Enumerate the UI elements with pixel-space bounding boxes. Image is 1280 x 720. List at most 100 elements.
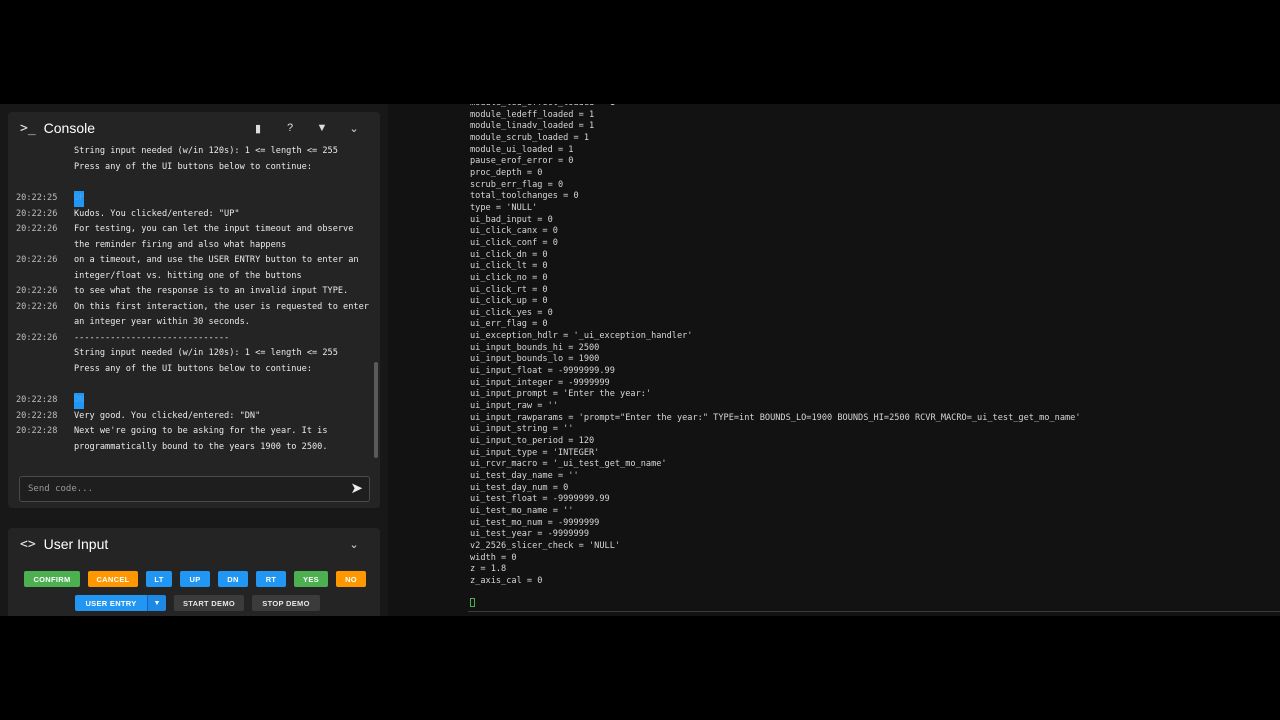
terminal-line: ui_input_bounds_hi = 2500: [470, 342, 600, 353]
terminal-cursor[interactable]: [470, 598, 475, 607]
terminal-line: module_scrub_loaded = 1: [470, 132, 589, 143]
terminal-line: scrub_err_flag = 0: [470, 179, 564, 190]
terminal-line: ui_test_float = -9999999.99: [470, 494, 610, 505]
terminal-line: module_ui_loaded = 1: [470, 144, 574, 155]
terminal-line: ui_test_mo_num = -9999999: [470, 517, 600, 528]
yes-button[interactable]: YES: [294, 571, 328, 587]
log-row: String input needed (w/in 120s): 1 <= le…: [8, 346, 374, 362]
log-row: 20:22:28 Very good. You clicked/entered: …: [8, 409, 374, 425]
confirm-button[interactable]: CONFIRM: [24, 571, 80, 587]
log-message: ------------------------------: [74, 332, 230, 343]
chevron-down-icon[interactable]: ⌄: [338, 528, 370, 560]
terminal-line: ui_test_mo_name = '': [470, 505, 574, 516]
stop-demo-button[interactable]: STOP DEMO: [252, 595, 320, 611]
code-icon: <>: [20, 536, 36, 552]
log-row: String input needed (w/in 120s): 1 <= le…: [8, 144, 374, 160]
log-row: 20:22:28 Next we're going to be asking fo…: [8, 424, 374, 440]
log-timestamp: 20:22:25: [16, 193, 58, 203]
send-code-input[interactable]: [26, 480, 330, 498]
terminal-line: v2_2526_slicer_check = 'NULL': [470, 540, 621, 551]
log-message: Very good. You clicked/entered: "DN": [74, 410, 261, 421]
help-icon[interactable]: ?: [274, 112, 306, 144]
start-demo-button[interactable]: START DEMO: [174, 595, 244, 611]
log-timestamp: 20:22:28: [16, 426, 58, 436]
chevron-down-icon[interactable]: ▼: [147, 595, 166, 611]
terminal-line: ui_test_day_num = 0: [470, 482, 569, 493]
terminal-line: type = 'NULL': [470, 202, 538, 213]
terminal-line: total_toolchanges = 0: [470, 191, 579, 202]
rt-button[interactable]: RT: [256, 571, 286, 587]
log-timestamp: [8, 238, 74, 254]
terminal-lines: module_led_effect_loaded = 1module_ledef…: [470, 104, 1081, 588]
terminal-line: ui_bad_input = 0: [470, 214, 553, 225]
terminal-line: ui_exception_hdlr = '_ui_exception_handl…: [470, 331, 693, 342]
console-actions: ▮ ? ▼ ⌄: [242, 112, 370, 144]
filter-icon[interactable]: ▼: [306, 112, 338, 144]
terminal-line: ui_test_year = -9999999: [470, 529, 589, 540]
chevron-down-icon[interactable]: ⌄: [338, 112, 370, 144]
log-timestamp: [8, 269, 74, 285]
user-input-actions: ⌄: [338, 528, 370, 560]
log-timestamp: 20:22:26: [16, 255, 58, 265]
log-timestamp: [8, 315, 74, 331]
log-message: Press any of the UI buttons below to con…: [74, 161, 312, 172]
log-message: DN: [74, 393, 85, 409]
send-icon[interactable]: ➤: [350, 479, 363, 497]
log-row: 20:22:28 DN: [8, 393, 374, 409]
log-timestamp: 20:22:26: [16, 301, 58, 312]
terminal-line: ui_input_integer = -9999999: [470, 377, 610, 388]
log-row: 20:22:26 For testing, you can let the inp…: [8, 222, 374, 238]
terminal-line: ui_click_canx = 0: [470, 226, 558, 237]
terminal-line: ui_input_string = '': [470, 424, 574, 435]
terminal-line: ui_click_yes = 0: [470, 307, 553, 318]
terminal-output[interactable]: module_led_effect_loaded = 1module_ledef…: [468, 104, 1280, 616]
no-button[interactable]: NO: [336, 571, 366, 587]
terminal-line: ui_click_lt = 0: [470, 261, 548, 272]
terminal-line: ui_click_dn = 0: [470, 249, 548, 260]
console-title: Console: [43, 120, 96, 136]
app-window: >_ Console ▮ ? ▼ ⌄ String input needed (…: [0, 104, 1280, 616]
log-timestamp: 20:22:28: [16, 395, 58, 405]
terminal-line: width = 0: [470, 552, 517, 563]
terminal-line: ui_input_prompt = 'Enter the year:': [470, 389, 652, 400]
user-entry-button[interactable]: USER ENTRY: [75, 595, 147, 611]
terminal-line: module_linadv_loaded = 1: [470, 121, 595, 132]
console-log[interactable]: String input needed (w/in 120s): 1 <= le…: [8, 144, 374, 466]
terminal-line: ui_input_type = 'INTEGER': [470, 447, 600, 458]
log-timestamp: [8, 144, 74, 160]
console-header[interactable]: >_ Console ▮ ? ▼ ⌄: [8, 112, 380, 144]
terminal-line: ui_click_up = 0: [470, 296, 548, 307]
log-timestamp: [8, 346, 74, 362]
terminal-line: ui_input_float = -9999999.99: [470, 366, 615, 377]
terminal-line: ui_input_to_period = 120: [470, 436, 595, 447]
terminal-line: ui_click_rt = 0: [470, 284, 548, 295]
left-panel: >_ Console ▮ ? ▼ ⌄ String input needed (…: [0, 104, 388, 616]
terminal-icon: >_: [20, 120, 36, 136]
console-scrollbar[interactable]: [374, 362, 378, 458]
dn-button[interactable]: DN: [218, 571, 248, 587]
user-entry-split-button: USER ENTRY ▼: [75, 595, 166, 611]
log-row: 20:22:26 Kudos. You clicked/entered: "UP": [8, 207, 374, 223]
terminal-line: z_axis_cal = 0: [470, 575, 543, 586]
trash-icon[interactable]: ▮: [242, 112, 274, 144]
log-row: the reminder firing and also what happen…: [8, 238, 374, 254]
terminal-line: ui_err_flag = 0: [470, 319, 548, 330]
cancel-button[interactable]: CANCEL: [88, 571, 138, 587]
log-timestamp: 20:22:26: [16, 286, 58, 296]
log-timestamp: 20:22:28: [16, 410, 58, 421]
lt-button[interactable]: LT: [146, 571, 172, 587]
up-button[interactable]: UP: [180, 571, 210, 587]
log-message: UP: [74, 191, 85, 207]
log-message: String input needed (w/in 120s): 1 <= le…: [74, 348, 338, 358]
terminal-line: ui_click_no = 0: [470, 272, 548, 283]
log-timestamp: 20:22:26: [16, 208, 58, 219]
log-row: integer/float vs. hitting one of the but…: [8, 269, 374, 285]
terminal-line: proc_depth = 0: [470, 167, 543, 178]
log-message: For testing, you can let the input timeo…: [74, 224, 354, 234]
log-message: the reminder firing and also what happen…: [74, 239, 287, 250]
log-row: an integer year within 30 seconds.: [8, 315, 374, 331]
user-input-title: User Input: [43, 536, 109, 552]
log-message: on a timeout, and use the USER ENTRY but…: [74, 255, 359, 265]
user-input-header[interactable]: <> User Input ⌄: [8, 528, 380, 560]
log-timestamp: 20:22:26: [16, 332, 58, 343]
